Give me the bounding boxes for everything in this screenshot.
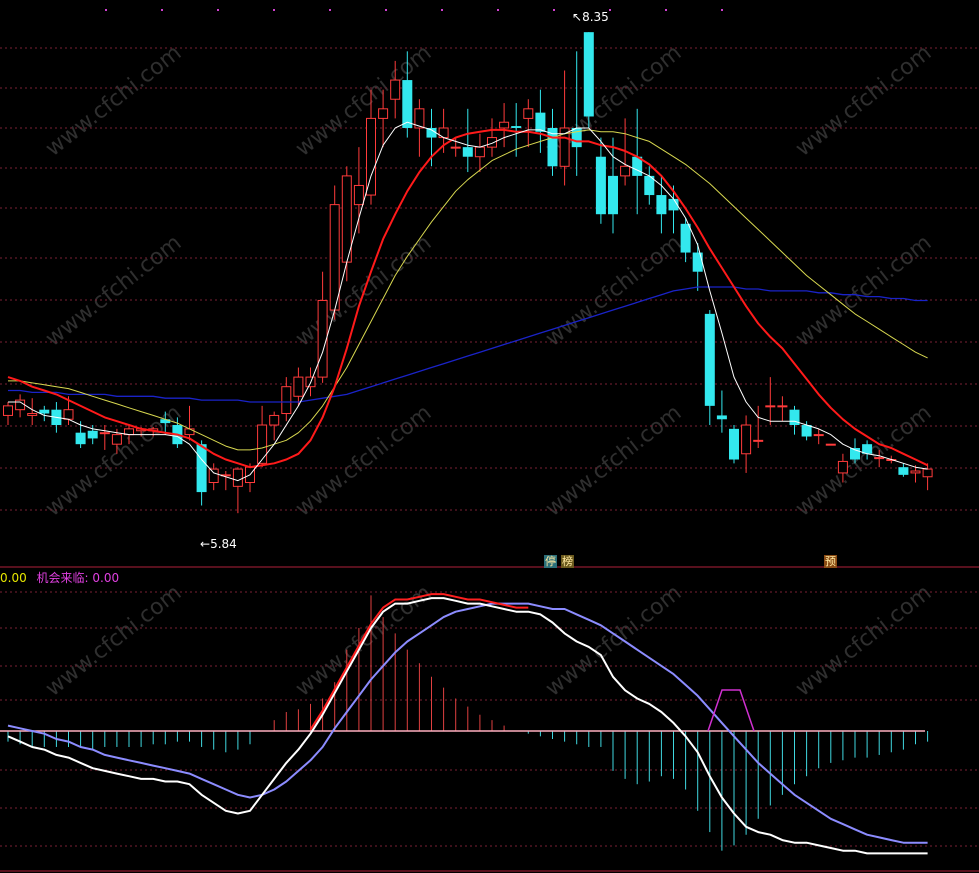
candle-body-down (39, 409, 50, 414)
candle-body-up (281, 386, 292, 415)
watermark-text: www.cfchi.com (541, 230, 686, 351)
top-marker (161, 9, 163, 11)
top-marker (329, 9, 331, 11)
ma-blue-line (8, 286, 928, 403)
candle-body-up (184, 428, 195, 436)
watermark-text: www.cfchi.com (541, 580, 686, 701)
candle-body-up (825, 443, 836, 446)
low-price-value: 5.84 (210, 537, 237, 551)
indicator-label: 机会来临: (36, 571, 89, 585)
candle-body-up (27, 413, 38, 416)
tag-pre: 预 (824, 555, 837, 568)
candle-body-up (474, 146, 485, 158)
candle-body-down (729, 428, 739, 460)
candle-body-up (366, 117, 376, 196)
signal-marker (707, 689, 755, 732)
candle-body-up (499, 121, 510, 129)
candle-body-down (160, 419, 171, 424)
candle-body-down (716, 415, 727, 420)
candle-body-up (3, 405, 13, 416)
candle-body-up (910, 470, 921, 474)
candle-body-down (692, 252, 703, 272)
top-marker (609, 9, 611, 11)
candle-body-down (898, 467, 909, 475)
watermark-text: www.cfchi.com (791, 230, 936, 351)
candle-body-down (704, 313, 715, 406)
top-marker (721, 9, 723, 11)
candle-body-up (269, 414, 280, 426)
candle-body-up (450, 146, 461, 149)
watermark-text: www.cfchi.com (791, 580, 936, 701)
high-price-label: ↖8.35 (572, 10, 609, 24)
candle-body-up (232, 468, 243, 487)
top-marker (105, 9, 107, 11)
watermark-text: www.cfchi.com (791, 400, 936, 521)
watermark-text: www.cfchi.com (541, 400, 686, 521)
candle-body-up (111, 434, 122, 445)
header-left-value: 0.00 (0, 571, 27, 585)
watermark-text: www.cfchi.com (41, 230, 186, 351)
candle-body-down (402, 80, 413, 128)
low-price-label: ←5.84 (200, 537, 237, 551)
candle-body-up (257, 424, 268, 464)
candle-body-up (874, 457, 885, 460)
ma-yellow-line (8, 129, 928, 451)
candle-body-up (620, 165, 631, 177)
top-marker (273, 9, 275, 11)
indicator-value: 0.00 (92, 571, 120, 585)
candle-body-up (329, 204, 340, 311)
top-marker (385, 9, 387, 11)
candle-body-up (753, 439, 764, 442)
candle-body-down (75, 432, 86, 445)
candle-body-down (511, 126, 522, 128)
watermark-text: www.cfchi.com (791, 40, 936, 161)
candle-body-up (922, 468, 933, 478)
candle-body-up (741, 424, 752, 455)
high-price-value: 8.35 (582, 10, 609, 24)
candle-body-down (608, 175, 618, 215)
candle-body-up (837, 460, 848, 474)
stock-chart: www.cfchi.com www.cfchi.com www.cfchi.com w… (0, 9, 979, 872)
candle-body-down (87, 430, 98, 439)
candle-body-up (523, 108, 534, 119)
candle-body-up (293, 376, 304, 397)
candle-body-up (208, 468, 219, 484)
candle-body-up (63, 409, 74, 420)
candle-body-up (317, 299, 328, 378)
tag-stop: 停 (544, 555, 557, 568)
candle-body-down (462, 147, 473, 157)
watermark-text: www.cfchi.com (41, 580, 186, 701)
candle-body-up (390, 79, 401, 100)
candle-body-down (656, 195, 667, 215)
candle-body-up (813, 434, 824, 437)
top-marker (497, 9, 499, 11)
candle-body-up (777, 405, 788, 408)
top-marker (665, 9, 667, 11)
candle-body-down (680, 223, 691, 253)
candle-body-down (595, 156, 606, 215)
candle-body-down (801, 425, 812, 437)
tag-rank: 榜 (561, 555, 574, 568)
candle-body-up (765, 405, 776, 408)
candle-body-up (353, 184, 364, 206)
indicator-header: 0.00 机会来临: 0.00 (0, 569, 119, 586)
watermark-text: www.cfchi.com (291, 40, 436, 161)
candle-body-down (196, 444, 207, 493)
candle-body-up (378, 108, 389, 119)
top-marker (217, 9, 219, 11)
watermark-text: www.cfchi.com (41, 40, 186, 161)
top-marker (553, 9, 555, 11)
candle-body-up (99, 432, 110, 435)
candle-body-down (535, 112, 546, 132)
candle-body-down (583, 32, 594, 117)
top-marker (441, 9, 443, 11)
